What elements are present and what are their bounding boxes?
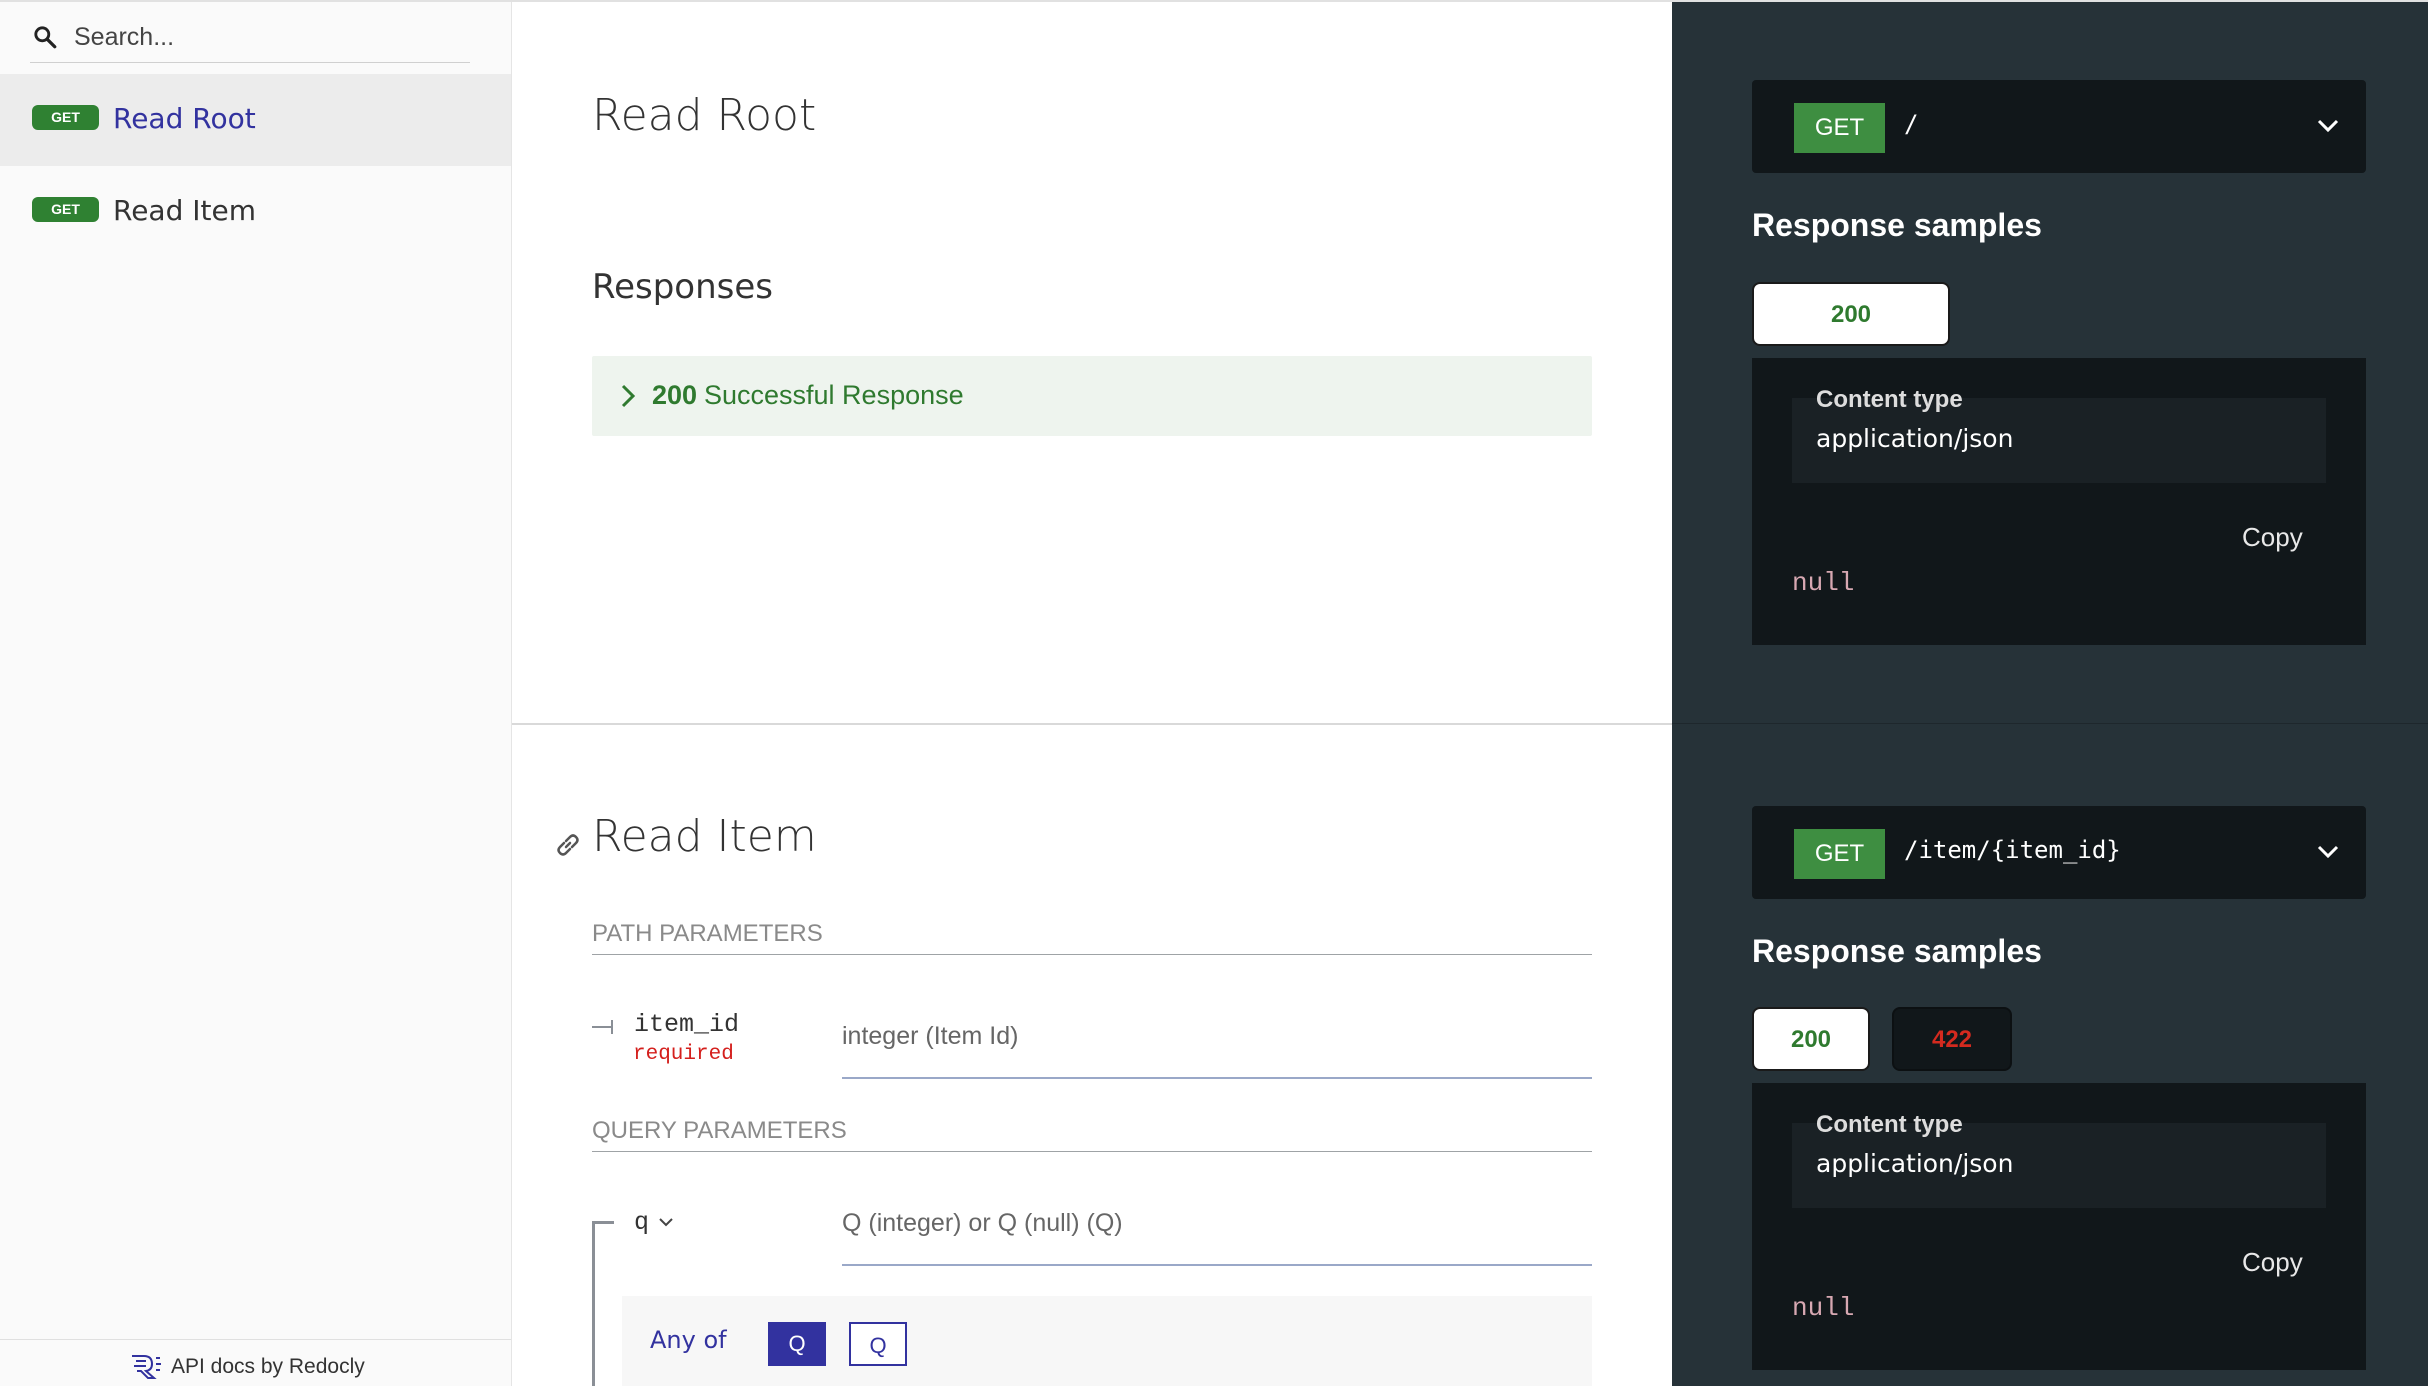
endpoint-bar-read-item[interactable]: GET /item/{item_id} [1752,806,2366,899]
response-200-row[interactable]: 200 Successful Response [592,356,1592,436]
response-samples-heading: Response samples [1752,207,2042,243]
any-of-option-button[interactable]: Q [849,1322,907,1366]
sidebar-footer[interactable]: API docs by Redocly [0,1339,511,1386]
operation-title-read-root: Read Root [592,90,817,141]
endpoint-method-badge: GET [1794,103,1885,153]
sidebar-item-read-root[interactable]: GET Read Root [0,74,511,166]
any-of-option-button[interactable]: Q [768,1322,826,1366]
link-icon[interactable] [552,829,584,861]
param-type-item-id: integer (Item Id) [842,1022,1592,1079]
sample-body: null [1792,568,1855,598]
chevron-down-icon[interactable] [658,1216,674,1228]
endpoint-path: /item/{item_id} [1904,836,2121,864]
endpoint-bar-read-root[interactable]: GET / [1752,80,2366,173]
operation-title-read-item: Read Item [592,811,817,862]
any-of-box: Any of Q Q [622,1296,1592,1386]
sample-panel: Content type application/json Copy null [1752,1083,2366,1370]
endpoint-path: / [1904,110,1919,138]
param-type-q: Q (integer) or Q (null) (Q) [842,1209,1592,1266]
tab-200[interactable]: 200 [1752,282,1950,346]
samples-panel: GET / Response samples 200 Content type … [1672,0,2428,1386]
response-description: Successful Response [704,380,964,410]
content-type-value: application/json [1816,1149,2014,1178]
main-content: Read Root Responses 200 Successful Respo… [512,0,1672,1386]
query-parameters-label: QUERY PARAMETERS [592,1117,1592,1152]
any-of-label: Any of [650,1326,727,1354]
content-type-label: Content type [1816,1111,1963,1138]
redocly-logo-icon [132,1355,161,1379]
copy-button[interactable]: Copy [2242,522,2303,553]
section-divider [1672,723,2428,724]
search-icon [34,26,57,49]
sample-body: null [1792,1293,1855,1323]
top-border [0,0,2428,2]
search-box [30,12,470,63]
section-divider [512,723,1672,725]
endpoint-method-badge: GET [1794,829,1885,879]
get-method-badge: GET [32,197,99,222]
content-type-box[interactable]: Content type application/json [1792,1111,2326,1208]
sidebar-item-label: Read Item [113,194,256,227]
response-samples-heading: Response samples [1752,933,2042,969]
sidebar-item-read-item[interactable]: GET Read Item [0,166,511,258]
param-required-label: required [633,1043,734,1066]
responses-heading: Responses [592,267,774,307]
param-name-q[interactable]: q [634,1208,649,1237]
tab-422[interactable]: 422 [1892,1007,2012,1071]
param-tree-branch [592,1221,614,1224]
chevron-down-icon[interactable] [2316,118,2340,134]
get-method-badge: GET [32,105,99,130]
sample-panel: Content type application/json Copy null [1752,358,2366,645]
copy-button[interactable]: Copy [2242,1247,2303,1278]
footer-link[interactable]: API docs by Redocly [171,1355,365,1379]
param-tree-line [592,1221,595,1386]
path-parameters-label: PATH PARAMETERS [592,920,1592,955]
tab-200[interactable]: 200 [1752,1007,1870,1071]
sidebar-item-label: Read Root [113,102,256,135]
param-name-item-id: item_id [634,1010,740,1039]
content-type-value: application/json [1816,424,2014,453]
content-type-label: Content type [1816,386,1963,413]
response-code: 200 [652,380,698,410]
chevron-down-icon[interactable] [2316,844,2340,860]
search-input[interactable] [72,18,466,56]
param-tree-line-icon [592,1020,613,1034]
content-type-box[interactable]: Content type application/json [1792,386,2326,483]
sidebar: GET Read Root GET Read Item API docs by … [0,0,512,1386]
chevron-right-icon [621,384,636,408]
